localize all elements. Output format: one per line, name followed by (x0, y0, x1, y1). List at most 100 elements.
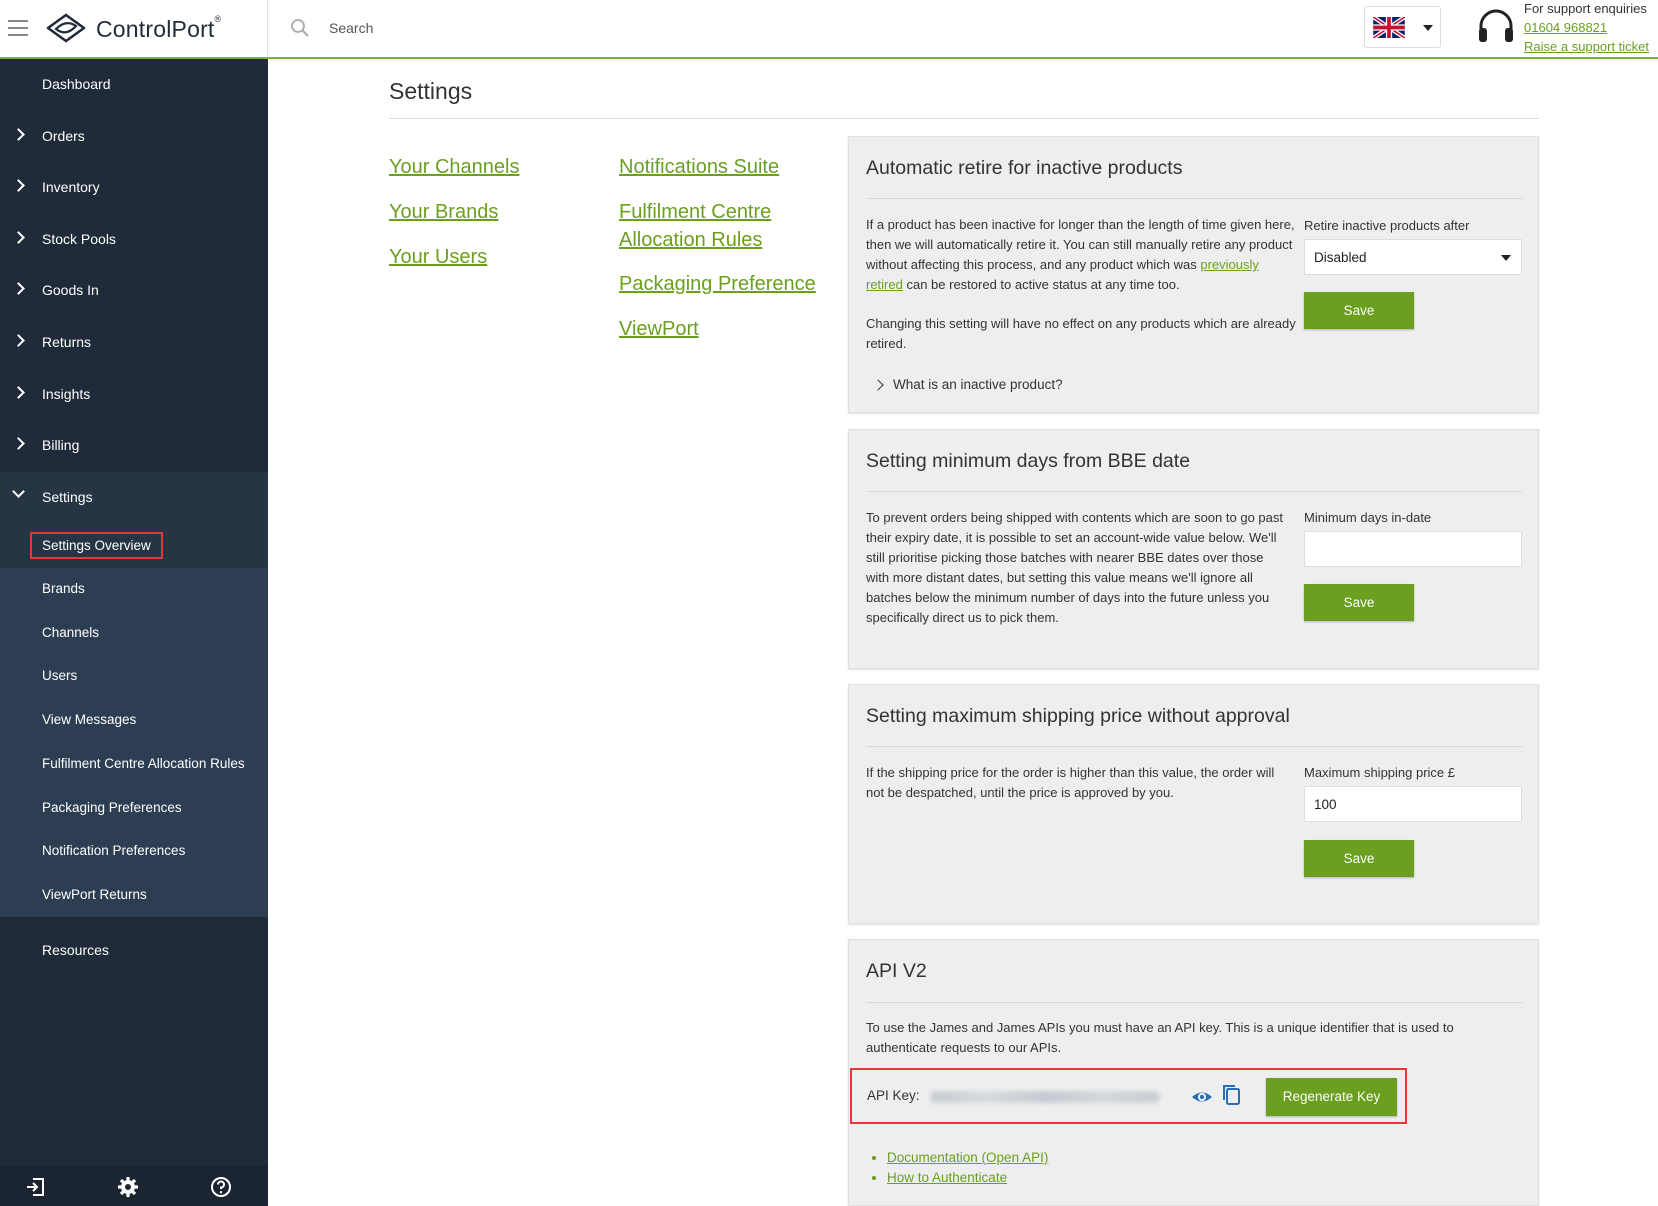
sidebar-item-settings[interactable]: Settings (0, 472, 268, 524)
search-input[interactable]: Search (329, 20, 373, 36)
field-label: Minimum days in-date (1304, 510, 1432, 525)
top-bar: ControlPort® Search For support enquirie… (0, 0, 1658, 59)
how-to-authenticate-link[interactable]: How to Authenticate (887, 1170, 1007, 1185)
support-phone-link[interactable]: 01604 968821 (1524, 20, 1607, 35)
api-key-row: API Key: Regenerate Key (850, 1068, 1407, 1124)
sidebar-item-returns[interactable]: Returns (0, 317, 268, 369)
link-fulfilment-centre[interactable]: Fulfilment Centre (619, 198, 771, 226)
link-notifications-suite[interactable]: Notifications Suite (619, 153, 779, 181)
save-button[interactable]: Save (1304, 292, 1414, 329)
gear-icon[interactable] (117, 1176, 139, 1198)
sidebar-item-goods-in[interactable]: Goods In (0, 265, 268, 317)
sidebar-item-label: Orders (42, 128, 85, 144)
link-packaging-preference[interactable]: Packaging Preference (619, 270, 816, 298)
sidebar-item-label: Inventory (42, 179, 100, 195)
brand-name[interactable]: ControlPort® (96, 14, 221, 43)
save-button[interactable]: Save (1304, 584, 1414, 621)
card-min-bbe-days: Setting minimum days from BBE date To pr… (848, 429, 1539, 669)
link-your-channels[interactable]: Your Channels (389, 153, 519, 181)
sidebar-subitem-users[interactable]: Users (0, 655, 268, 699)
sidebar-item-label: Settings (42, 489, 93, 505)
min-days-input[interactable] (1304, 531, 1522, 567)
regenerate-key-button[interactable]: Regenerate Key (1266, 1078, 1397, 1116)
field-label: Maximum shipping price £ (1304, 765, 1456, 780)
sidebar-subitem-brands[interactable]: Brands (0, 568, 268, 612)
sidebar-item-label: Goods In (42, 282, 99, 298)
sidebar-item-label: Packaging Preferences (42, 800, 182, 815)
save-button[interactable]: Save (1304, 840, 1414, 877)
menu-icon[interactable] (8, 20, 28, 36)
chevron-right-icon (12, 334, 25, 347)
link-your-users[interactable]: Your Users (389, 243, 487, 271)
sidebar-subitem-packaging-preferences[interactable]: Packaging Preferences (0, 787, 268, 831)
list-item: How to Authenticate (887, 1168, 1048, 1188)
chevron-right-icon (12, 437, 25, 450)
card-auto-retire: Automatic retire for inactive products I… (848, 136, 1539, 413)
max-shipping-price-input[interactable]: 100 (1304, 786, 1522, 822)
sidebar-subitem-channels[interactable]: Channels (0, 612, 268, 656)
sidebar-item-label: Channels (42, 625, 100, 640)
card-max-shipping-price: Setting maximum shipping price without a… (848, 684, 1539, 924)
sidebar-item-label: Stock Pools (42, 231, 116, 247)
card-description: If a product has been inactive for longe… (866, 217, 1295, 292)
support-title: For support enquiries (1524, 1, 1647, 16)
support-ticket-link[interactable]: Raise a support ticket (1524, 39, 1649, 54)
sidebar-item-stock-pools[interactable]: Stock Pools (0, 214, 268, 266)
divider (866, 1002, 1522, 1003)
chevron-down-icon (1501, 255, 1511, 261)
sidebar-item-insights[interactable]: Insights (0, 369, 268, 421)
eye-icon[interactable] (1191, 1086, 1213, 1108)
sidebar-item-label: View Messages (42, 712, 137, 727)
headset-icon (1479, 9, 1513, 42)
sidebar-subitem-settings-overview[interactable]: Settings Overview (0, 524, 268, 568)
link-allocation-rules[interactable]: Allocation Rules (619, 226, 762, 254)
sidebar-item-label: Dashboard (42, 76, 111, 92)
uk-flag-icon (1373, 17, 1405, 38)
card-note: Changing this setting will have no effec… (866, 316, 1296, 351)
chevron-down-icon (1423, 25, 1433, 31)
sidebar-item-label: ViewPort Returns (42, 887, 147, 902)
chevron-right-icon (12, 231, 25, 244)
sidebar-item-label: Users (42, 668, 78, 683)
sidebar-item-billing[interactable]: Billing (0, 420, 268, 472)
card-description: To prevent orders being shipped with con… (866, 510, 1283, 625)
card-description: If the shipping price for the order is h… (866, 765, 1275, 800)
card-title: API V2 (866, 960, 927, 982)
card-title: Setting minimum days from BBE date (866, 450, 1191, 472)
link-your-brands[interactable]: Your Brands (389, 198, 498, 226)
sidebar-subitem-view-messages[interactable]: View Messages (0, 699, 268, 743)
sidebar-subitem-fulfilment-centre-allocation-rules[interactable]: Fulfilment Centre Allocation Rules (0, 743, 268, 787)
divider (389, 118, 1539, 119)
chevron-right-icon (12, 282, 25, 295)
link-viewport[interactable]: ViewPort (619, 315, 699, 343)
sidebar-item-label: Returns (42, 334, 92, 350)
copy-icon[interactable] (1221, 1084, 1241, 1106)
sidebar-item-resources[interactable]: Resources (0, 925, 268, 977)
field-label: Retire inactive products after (1304, 218, 1470, 233)
divider (866, 198, 1522, 199)
logout-icon[interactable] (24, 1176, 46, 1198)
sidebar-subitem-viewport-returns[interactable]: ViewPort Returns (0, 874, 268, 918)
documentation-link[interactable]: Documentation (Open API) (887, 1150, 1048, 1165)
search-icon[interactable] (290, 18, 310, 38)
language-select[interactable] (1364, 6, 1441, 48)
sidebar-item-dashboard[interactable]: Dashboard (0, 59, 268, 111)
help-icon[interactable] (210, 1176, 232, 1198)
card-title: Setting maximum shipping price without a… (866, 705, 1290, 727)
controlport-logo-icon (46, 13, 86, 43)
sidebar-item-inventory[interactable]: Inventory (0, 162, 268, 214)
chevron-right-icon (12, 179, 25, 192)
sidebar-item-label: Billing (42, 437, 80, 453)
api-docs-list: Documentation (Open API) How to Authenti… (887, 1148, 1048, 1188)
card-api-v2: API V2 To use the James and James APIs y… (848, 939, 1539, 1206)
retire-after-select[interactable]: Disabled (1304, 239, 1522, 275)
sidebar-subitem-notification-preferences[interactable]: Notification Preferences (0, 830, 268, 874)
sidebar-item-label: Settings Overview (30, 532, 163, 559)
card-title: Automatic retire for inactive products (866, 157, 1183, 179)
sidebar-item-label: Resources (42, 942, 109, 958)
sidebar-item-label: Insights (42, 386, 91, 402)
sidebar-item-orders[interactable]: Orders (0, 111, 268, 163)
chevron-right-icon (12, 128, 25, 141)
inactive-product-expander[interactable]: What is an inactive product? (872, 377, 1063, 392)
divider (866, 491, 1522, 492)
